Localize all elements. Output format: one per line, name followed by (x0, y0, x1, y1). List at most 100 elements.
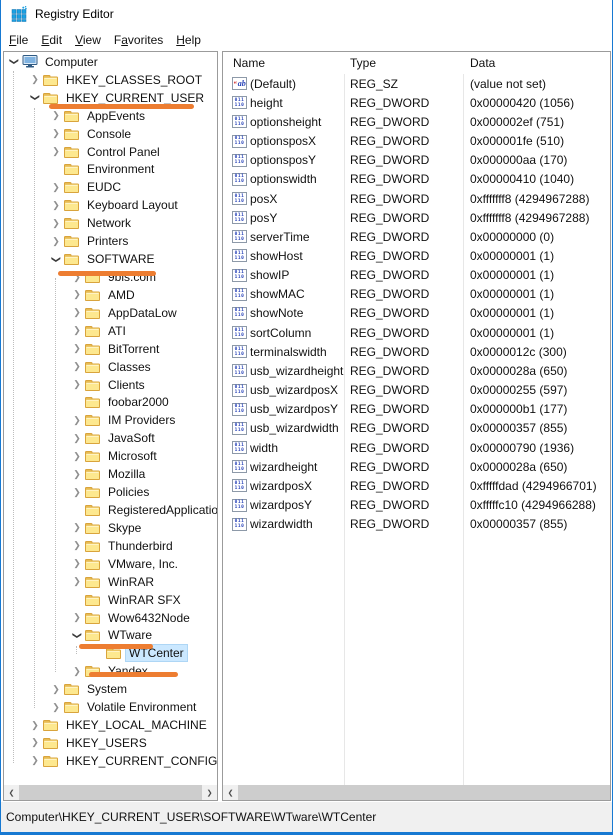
value-row[interactable]: 011110 showNote REG_DWORD 0x00000001 (1) (223, 304, 610, 323)
column-header-type[interactable]: Type (344, 56, 463, 70)
tree-expand-chevron-icon[interactable]: ❯ (71, 666, 83, 677)
tree-node[interactable]: ❯ HKEY_CLASSES_ROOT (4, 71, 217, 89)
tree-expand-chevron-icon[interactable]: ❯ (50, 684, 62, 695)
left-pane-hscrollbar[interactable]: ❮ ❯ (4, 785, 217, 800)
tree-expand-chevron-icon[interactable]: ❯ (71, 558, 83, 569)
tree-expand-chevron-icon[interactable]: ❯ (50, 200, 62, 211)
tree-expand-chevron-icon[interactable]: ❯ (71, 540, 83, 551)
tree-node[interactable]: ❯ HKEY_USERS (4, 734, 217, 752)
value-row[interactable]: 011110 posX REG_DWORD 0xfffffff8 (429496… (223, 189, 610, 208)
tree-expand-chevron-icon[interactable]: ❯ (29, 720, 41, 731)
value-row[interactable]: 011110 showIP REG_DWORD 0x00000001 (1) (223, 266, 610, 285)
value-row[interactable]: 011110 terminalswidth REG_DWORD 0x000001… (223, 342, 610, 361)
value-row[interactable]: “ab (Default) REG_SZ (value not set) (223, 74, 610, 93)
tree-node[interactable]: ❯ HKEY_LOCAL_MACHINE (4, 716, 217, 734)
tree-node[interactable]: ❯ Console (4, 125, 217, 143)
menu-item[interactable]: File (3, 30, 34, 50)
tree-node[interactable]: ❯ Classes (4, 358, 217, 376)
column-header-data[interactable]: Data (463, 56, 610, 70)
menu-item[interactable]: Help (170, 30, 207, 50)
tree-node[interactable]: ❯ Thunderbird (4, 537, 217, 555)
scroll-right-icon[interactable]: ❯ (202, 785, 217, 800)
tree-expand-chevron-icon[interactable]: ❯ (50, 702, 62, 713)
menu-item[interactable]: Favorites (108, 30, 169, 50)
tree-expand-chevron-icon[interactable]: ❯ (50, 182, 62, 193)
menu-item[interactable]: View (69, 30, 107, 50)
value-row[interactable]: 011110 sortColumn REG_DWORD 0x00000001 (… (223, 323, 610, 342)
tree-node[interactable]: ❯ AppEvents (4, 107, 217, 125)
tree-node[interactable]: ❯ Microsoft (4, 447, 217, 465)
tree-expand-chevron-icon[interactable]: ❯ (9, 56, 20, 68)
value-row[interactable]: 011110 posY REG_DWORD 0xfffffff8 (429496… (223, 208, 610, 227)
tree-expand-chevron-icon[interactable]: ❯ (71, 469, 83, 480)
left-pane-hscroll-thumb[interactable] (19, 785, 202, 800)
value-row[interactable]: 011110 wizardposY REG_DWORD 0xfffffc10 (… (223, 495, 610, 514)
value-row[interactable]: 011110 optionsheight REG_DWORD 0x000002e… (223, 112, 610, 131)
right-pane-hscroll-thumb[interactable] (238, 785, 610, 800)
tree-node[interactable]: ❯ Keyboard Layout (4, 196, 217, 214)
value-row[interactable]: 011110 usb_wizardheight REG_DWORD 0x0000… (223, 361, 610, 380)
tree-node[interactable]: ❯ VMware, Inc. (4, 555, 217, 573)
tree-expand-chevron-icon[interactable]: ❯ (29, 737, 41, 748)
tree-node[interactable]: ❯ WTware (4, 627, 217, 645)
scroll-left-icon[interactable]: ❮ (4, 785, 19, 800)
value-row[interactable]: 011110 wizardwidth REG_DWORD 0x00000357 … (223, 515, 610, 534)
scroll-left-icon[interactable]: ❮ (223, 785, 238, 800)
tree-node[interactable]: ❯ WinRAR SFX (4, 591, 217, 609)
tree-expand-chevron-icon[interactable]: ❯ (72, 629, 83, 641)
tree-expand-chevron-icon[interactable]: ❯ (71, 289, 83, 300)
tree-node[interactable]: ❯ Environment (4, 161, 217, 179)
tree-node[interactable]: ❯ Computer (4, 53, 217, 71)
value-row[interactable]: 011110 wizardheight REG_DWORD 0x0000028a… (223, 457, 610, 476)
value-row[interactable]: 011110 showHost REG_DWORD 0x00000001 (1) (223, 246, 610, 265)
tree-expand-chevron-icon[interactable]: ❯ (50, 236, 62, 247)
tree-expand-chevron-icon[interactable]: ❯ (71, 576, 83, 587)
value-row[interactable]: 011110 serverTime REG_DWORD 0x00000000 (… (223, 227, 610, 246)
value-row[interactable]: 011110 usb_wizardposX REG_DWORD 0x000002… (223, 381, 610, 400)
tree-node[interactable]: ❯ System (4, 680, 217, 698)
tree-node[interactable]: ❯ Volatile Environment (4, 698, 217, 716)
value-row[interactable]: 011110 optionsposX REG_DWORD 0x000001fe … (223, 131, 610, 150)
tree-expand-chevron-icon[interactable]: ❯ (71, 451, 83, 462)
tree-node[interactable]: ❯ ATI (4, 322, 217, 340)
tree-node[interactable]: ❯ RegisteredApplications (4, 501, 217, 519)
value-row[interactable]: 011110 optionsposY REG_DWORD 0x000000aa … (223, 151, 610, 170)
tree-node[interactable]: ❯ Clients (4, 376, 217, 394)
tree-node[interactable]: ❯ Policies (4, 483, 217, 501)
tree-expand-chevron-icon[interactable]: ❯ (71, 307, 83, 318)
tree-expand-chevron-icon[interactable]: ❯ (71, 361, 83, 372)
tree-expand-chevron-icon[interactable]: ❯ (51, 253, 62, 265)
value-row[interactable]: 011110 width REG_DWORD 0x00000790 (1936) (223, 438, 610, 457)
value-row[interactable]: 011110 usb_wizardposY REG_DWORD 0x000000… (223, 400, 610, 419)
tree-node[interactable]: ❯ SOFTWARE (4, 250, 217, 268)
value-row[interactable]: 011110 usb_wizardwidth REG_DWORD 0x00000… (223, 419, 610, 438)
tree-expand-chevron-icon[interactable]: ❯ (29, 74, 41, 85)
tree-expand-chevron-icon[interactable]: ❯ (50, 218, 62, 229)
tree-node[interactable]: ❯ foobar2000 (4, 394, 217, 412)
tree-expand-chevron-icon[interactable]: ❯ (29, 755, 41, 766)
tree-node[interactable]: ❯ Wow6432Node (4, 609, 217, 627)
tree-expand-chevron-icon[interactable]: ❯ (50, 110, 62, 121)
tree-expand-chevron-icon[interactable]: ❯ (71, 325, 83, 336)
tree-node[interactable]: ❯ Network (4, 214, 217, 232)
tree-expand-chevron-icon[interactable]: ❯ (50, 128, 62, 139)
value-row[interactable]: 011110 height REG_DWORD 0x00000420 (1056… (223, 93, 610, 112)
tree-expand-chevron-icon[interactable]: ❯ (71, 433, 83, 444)
tree-expand-chevron-icon[interactable]: ❯ (71, 343, 83, 354)
value-row[interactable]: 011110 showMAC REG_DWORD 0x00000001 (1) (223, 285, 610, 304)
menu-item[interactable]: Edit (35, 30, 68, 50)
tree-node[interactable]: ❯ JavaSoft (4, 429, 217, 447)
tree-node[interactable]: ❯ Printers (4, 232, 217, 250)
value-row[interactable]: 011110 optionswidth REG_DWORD 0x00000410… (223, 170, 610, 189)
tree-node[interactable]: ❯ WinRAR (4, 573, 217, 591)
tree-expand-chevron-icon[interactable]: ❯ (71, 487, 83, 498)
tree-node[interactable]: ❯ AMD (4, 286, 217, 304)
tree-node[interactable]: ❯ Mozilla (4, 465, 217, 483)
tree-node[interactable]: ❯ Control Panel (4, 143, 217, 161)
column-header-name[interactable]: Name (223, 56, 344, 70)
tree-node[interactable]: ❯ AppDataLow (4, 304, 217, 322)
tree-node[interactable]: ❯ HKEY_CURRENT_CONFIG (4, 752, 217, 770)
tree-expand-chevron-icon[interactable]: ❯ (71, 522, 83, 533)
value-row[interactable]: 011110 wizardposX REG_DWORD 0xfffffdad (… (223, 476, 610, 495)
tree-node[interactable]: ❯ EUDC (4, 178, 217, 196)
